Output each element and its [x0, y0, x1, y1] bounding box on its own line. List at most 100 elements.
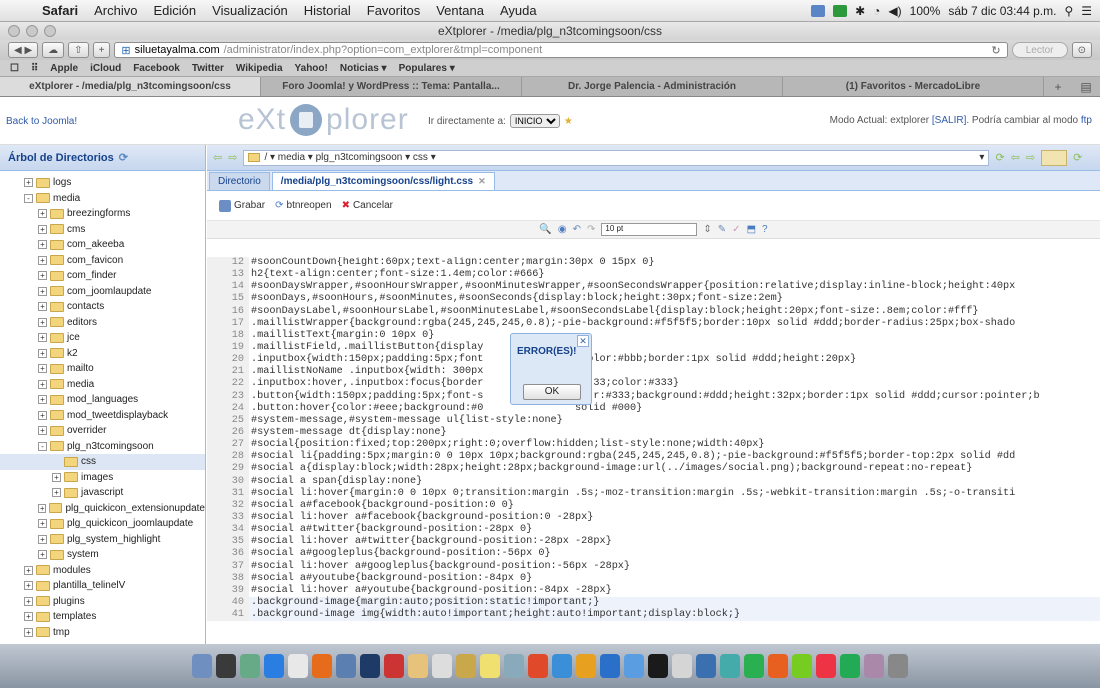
- reload-dir-icon[interactable]: ⟳: [995, 151, 1004, 164]
- dock-app-icon[interactable]: [744, 654, 764, 678]
- reset-icon[interactable]: ✓: [732, 224, 740, 235]
- tree-item[interactable]: + modules: [0, 563, 205, 579]
- dock-app-icon[interactable]: [816, 654, 836, 678]
- reader-button[interactable]: Lector: [1011, 42, 1068, 58]
- expand-toggle-icon[interactable]: +: [38, 317, 47, 327]
- expand-toggle-icon[interactable]: +: [24, 581, 33, 591]
- close-tab-icon[interactable]: ✕: [478, 176, 486, 187]
- dock-app-icon[interactable]: [864, 654, 884, 678]
- spotlight-icon[interactable]: ⚲: [1064, 4, 1073, 18]
- expand-toggle-icon[interactable]: +: [24, 596, 33, 606]
- tree-item[interactable]: + logs: [0, 175, 205, 191]
- dock-app-icon[interactable]: [792, 654, 812, 678]
- dialog-ok-button[interactable]: OK: [523, 384, 581, 400]
- tree-item[interactable]: + images: [0, 470, 205, 486]
- dock-app-icon[interactable]: [648, 654, 668, 678]
- new-tab-button[interactable]: +: [1044, 77, 1072, 96]
- home-folder-icon[interactable]: [1041, 149, 1068, 166]
- code-line[interactable]: 17 .maillistWrapper{background:rgba(245,2…: [207, 317, 1100, 330]
- dock-app-icon[interactable]: [480, 654, 500, 678]
- goto-select[interactable]: INICIO: [509, 114, 560, 128]
- goto-line-icon[interactable]: ◉: [558, 224, 567, 235]
- expand-toggle-icon[interactable]: +: [38, 379, 47, 389]
- dock-app-icon[interactable]: [720, 654, 740, 678]
- code-line[interactable]: 25 #system-message,#system-message ul{lis…: [207, 414, 1100, 427]
- share-icon[interactable]: ⇧: [68, 42, 89, 58]
- code-line[interactable]: 31 #social li:hover{margin:0 0 10px 0;tra…: [207, 487, 1100, 500]
- bookmark-twitter[interactable]: Twitter: [192, 63, 224, 74]
- expand-toggle-icon[interactable]: +: [24, 565, 33, 575]
- code-line[interactable]: 15 #soonDays,#soonHours,#soonMinutes,#soo…: [207, 293, 1100, 306]
- expand-toggle-icon[interactable]: +: [24, 178, 33, 188]
- tree-item[interactable]: + tmp: [0, 625, 205, 641]
- tree-item[interactable]: + mailto: [0, 361, 205, 377]
- clock[interactable]: sáb 7 dic 03:44 p.m.: [948, 4, 1056, 18]
- back-arrow-icon[interactable]: ⇦: [213, 151, 222, 164]
- dock-app-icon[interactable]: [504, 654, 524, 678]
- expand-toggle-icon[interactable]: +: [38, 410, 47, 420]
- address-bar[interactable]: ⊞ siluetayalma.com/administrator/index.p…: [114, 42, 1008, 58]
- code-line[interactable]: 32 #social a#facebook{background-position…: [207, 499, 1100, 512]
- tree-item[interactable]: + editors: [0, 315, 205, 331]
- dock-app-icon[interactable]: [192, 654, 212, 678]
- dock-app-icon[interactable]: [672, 654, 692, 678]
- dialog-close-button[interactable]: ✕: [577, 335, 589, 347]
- code-line[interactable]: 39 #social li:hover a#youtube{background-…: [207, 584, 1100, 597]
- forward-arrow-icon[interactable]: ⇨: [228, 151, 237, 164]
- tree-item[interactable]: + contacts: [0, 299, 205, 315]
- bluetooth-icon[interactable]: ✱: [855, 4, 865, 18]
- tree-item[interactable]: - media: [0, 191, 205, 207]
- expand-toggle-icon[interactable]: +: [24, 612, 33, 622]
- highlight-icon[interactable]: ✎: [718, 224, 726, 235]
- help-icon[interactable]: ?: [762, 224, 768, 235]
- tree-item[interactable]: + cms: [0, 222, 205, 238]
- menu-ventana[interactable]: Ventana: [428, 3, 492, 18]
- dock-app-icon[interactable]: [624, 654, 644, 678]
- expand-toggle-icon[interactable]: +: [38, 209, 47, 219]
- back-forward-button[interactable]: ◀ ▶: [8, 42, 39, 58]
- menu-edicion[interactable]: Edición: [146, 3, 205, 18]
- expand-toggle-icon[interactable]: -: [38, 441, 47, 451]
- tree-item[interactable]: + com_joomlaupdate: [0, 284, 205, 300]
- browser-tab-3[interactable]: Dr. Jorge Palencia - Administración: [522, 77, 783, 96]
- code-line[interactable]: 38 #social a#youtube{background-position:…: [207, 572, 1100, 585]
- browser-tab-1[interactable]: eXtplorer - /media/plg_n3tcomingsoon/css: [0, 77, 261, 96]
- code-line[interactable]: 40 .background-image{margin:auto;position…: [207, 596, 1100, 610]
- tree-item[interactable]: + k2: [0, 346, 205, 362]
- tree-item[interactable]: css: [0, 454, 205, 470]
- code-line[interactable]: 29 #social a{display:block;width:28px;hei…: [207, 463, 1100, 476]
- path-dropdown-icon[interactable]: ▾: [979, 152, 984, 163]
- menu-app[interactable]: Safari: [34, 3, 86, 18]
- notifications-icon[interactable]: ☰: [1081, 4, 1092, 18]
- expand-toggle-icon[interactable]: +: [38, 364, 47, 374]
- expand-toggle-icon[interactable]: +: [38, 503, 47, 513]
- code-line[interactable]: 27 #social{position:fixed;top:200px;right…: [207, 439, 1100, 452]
- tree-item[interactable]: + com_favicon: [0, 253, 205, 269]
- code-line[interactable]: 22 .inputbox:hover,.inputbox:focus{border…: [207, 378, 1100, 391]
- reopen-button[interactable]: ⟳ btnreopen: [275, 200, 331, 211]
- syntax-toggle-icon[interactable]: ⇕: [703, 224, 711, 235]
- expand-toggle-icon[interactable]: +: [24, 627, 33, 637]
- expand-toggle-icon[interactable]: +: [38, 224, 47, 234]
- nav-next-icon[interactable]: ⇨: [1026, 151, 1035, 164]
- expand-toggle-icon[interactable]: +: [38, 240, 47, 250]
- expand-toggle-icon[interactable]: +: [38, 426, 47, 436]
- cancel-button[interactable]: ✖ Cancelar: [342, 200, 393, 211]
- bookmark-yahoo[interactable]: Yahoo!: [295, 63, 328, 74]
- code-line[interactable]: 21 .maillistNoName .inputbox{width: 300px: [207, 366, 1100, 379]
- code-line[interactable]: 20 .inputbox{width:150px;padding:5px;font…: [207, 354, 1100, 367]
- code-line[interactable]: 14 #soonDaysWrapper,#soonHoursWrapper,#so…: [207, 281, 1100, 294]
- tree-item[interactable]: + plg_quickicon_joomlaupdate: [0, 516, 205, 532]
- browser-tab-4[interactable]: (1) Favoritos - MercadoLibre: [783, 77, 1044, 96]
- tab-overview-icon[interactable]: ▤: [1072, 77, 1100, 96]
- expand-toggle-icon[interactable]: +: [38, 286, 47, 296]
- font-size-select[interactable]: 10 pt: [601, 223, 698, 236]
- code-editor[interactable]: 12 #soonCountDown{height:60px;text-align:…: [207, 257, 1100, 644]
- top-sites-icon[interactable]: ⠿: [31, 63, 38, 74]
- edit-area-icon[interactable]: ⬒: [747, 224, 756, 235]
- tree-item[interactable]: + mod_languages: [0, 392, 205, 408]
- expand-toggle-icon[interactable]: +: [38, 519, 47, 529]
- dock-app-icon[interactable]: [600, 654, 620, 678]
- code-line[interactable]: 41 .background-image img{width:auto!impor…: [207, 609, 1100, 622]
- tree-item[interactable]: + plantilla_telinelV: [0, 578, 205, 594]
